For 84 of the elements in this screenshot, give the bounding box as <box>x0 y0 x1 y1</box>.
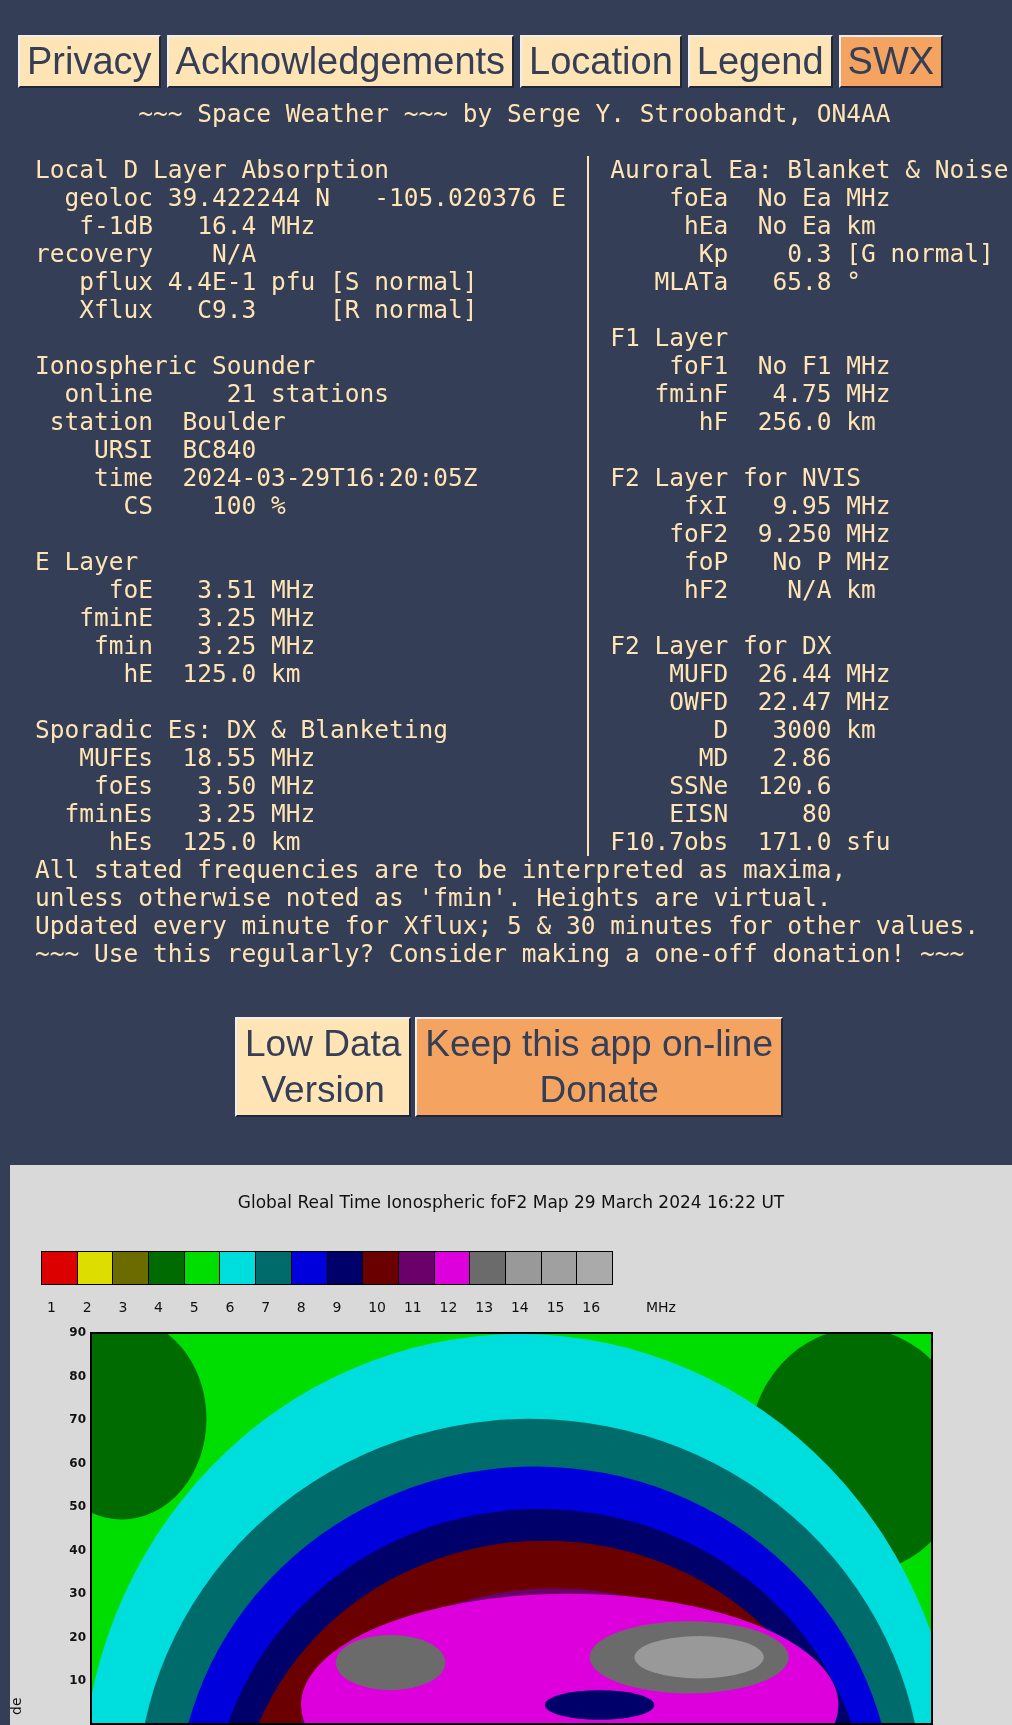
legend-label: 9 <box>331 1298 343 1315</box>
report-line: geoloc 39.422244 N -105.020376 E <box>63 184 567 212</box>
report-line: Kp 0.3 [G normal] <box>697 240 995 268</box>
report-line: foEa No Ea MHz <box>668 184 892 212</box>
nav-button[interactable]: Location <box>520 35 682 88</box>
report-line: Ionospheric Sounder <box>35 352 317 380</box>
report-line: online 21 stations <box>63 380 390 408</box>
report-line: recovery N/A <box>35 240 258 268</box>
report-line: foF2 9.250 MHz <box>668 520 892 548</box>
report-line: hEa No Ea km <box>683 212 877 240</box>
legend-label: 1 <box>46 1298 57 1315</box>
nav-button[interactable]: Privacy <box>18 35 161 88</box>
report-line: D 3000 km <box>712 716 877 744</box>
report-line: F1 Layer <box>610 324 730 352</box>
tick-label: 60 <box>69 1454 86 1472</box>
report-line: SSNe 120.6 <box>668 772 833 800</box>
donate-button[interactable]: Keep this app on-line Donate <box>415 1017 783 1117</box>
legend-label: 15 <box>545 1298 566 1315</box>
report-line: pflux 4.4E-1 pfu [S normal] <box>78 268 479 296</box>
note-line: unless otherwise noted as 'fmin'. Heights are virtual. <box>35 884 833 912</box>
nav-button[interactable]: Legend <box>687 35 833 88</box>
tick-label: 80 <box>69 1367 86 1385</box>
report-line: MUFD 26.44 MHz <box>668 660 892 688</box>
report-heading: ~~~ Space Weather ~~~ by Serge Y. Stroobandt, ON4AA <box>137 100 892 128</box>
report-line: foF1 No F1 MHz <box>668 352 892 380</box>
legend-label: 16 <box>581 1298 602 1315</box>
legend-label: 2 <box>81 1298 93 1315</box>
legend-label: 13 <box>474 1298 495 1315</box>
legend-label: 5 <box>188 1298 200 1315</box>
report-line: EISN 80 <box>668 800 833 828</box>
report-line: F2 Layer for NVIS <box>610 464 862 492</box>
legend-label: 12 <box>438 1298 459 1315</box>
report-line: OWFD 22.47 MHz <box>668 688 892 716</box>
note-line: Updated every minute for Xflux; 5 & 30 minutes for other values. <box>35 912 980 940</box>
report-line: foP No P MHz <box>683 548 892 576</box>
report-line: f-1dB 16.4 MHz <box>78 212 317 240</box>
report-line: station Boulder <box>48 408 287 436</box>
legend-label: 8 <box>295 1298 307 1315</box>
low-data-button[interactable]: Low Data Version <box>235 1017 412 1117</box>
report-line: Auroral Ea: Blanket & Noise <box>610 156 1009 184</box>
report-line: Sporadic Es: DX & Blanketing <box>35 716 449 744</box>
report-line: Local D Layer Absorption <box>35 156 390 184</box>
tick-label: 50 <box>69 1498 86 1515</box>
report-line: hEs 125.0 km <box>107 828 302 856</box>
report-line: foEs 3.50 MHz <box>93 772 317 800</box>
report-line: fminF 4.75 MHz <box>653 380 892 408</box>
report-line: Xflux C9.3 [R normal] <box>78 296 479 324</box>
map-title: Global Real Time Ionospheric foF2 Map 29 March 2024 16:22 UT <box>236 1191 786 1214</box>
tick-label: 40 <box>69 1541 86 1559</box>
legend-label: 7 <box>260 1298 272 1315</box>
report-line: MLATa 65.8 ° <box>653 268 862 296</box>
report-line: time 2024-03-29T16:20:05Z <box>93 464 479 492</box>
report-line: hF 256.0 km <box>697 408 877 436</box>
nav-button[interactable]: SWX <box>838 35 944 88</box>
report-line: CS 100 % <box>122 492 287 520</box>
nav-button[interactable]: Acknowledgements <box>166 35 515 88</box>
report-line: MUFEs 18.55 MHz <box>78 744 317 772</box>
report-line: fmin 3.25 MHz <box>93 632 317 660</box>
report-line: fminE 3.25 MHz <box>78 604 317 632</box>
report-line: foE 3.51 MHz <box>107 576 317 604</box>
legend-label: 3 <box>117 1298 129 1315</box>
axis-label: de <box>8 1697 24 1715</box>
legend-label: 14 <box>509 1298 530 1315</box>
tick-label: 20 <box>69 1628 86 1646</box>
note-line: ~~~ Use this regularly? Consider making a one-off donation! ~~~ <box>35 940 966 968</box>
note-line: All stated frequencies are to be interpreted as maxima, <box>35 856 848 884</box>
report-line: fminEs 3.25 MHz <box>63 800 317 828</box>
legend-label: 6 <box>224 1298 236 1315</box>
tick-label: 30 <box>69 1585 86 1602</box>
tick-label: 90 <box>69 1324 86 1341</box>
report-line: fxI 9.95 MHz <box>683 492 892 520</box>
legend-label: 11 <box>402 1298 423 1315</box>
legend-label: 10 <box>367 1298 387 1315</box>
report-line: F10.7obs 171.0 sfu <box>610 828 892 856</box>
report-line: URSI BC840 <box>93 436 258 464</box>
report-line: hF2 N/A km <box>683 576 877 604</box>
report-line: hE 125.0 km <box>122 660 302 688</box>
legend-unit: MHz <box>645 1298 676 1315</box>
tick-label: 10 <box>69 1672 86 1689</box>
report-line: E Layer <box>35 548 140 576</box>
legend-label: 4 <box>153 1298 164 1315</box>
tick-label: 70 <box>69 1411 86 1428</box>
report-line: F2 Layer for DX <box>610 632 833 660</box>
report-line: MD 2.86 <box>697 744 833 772</box>
